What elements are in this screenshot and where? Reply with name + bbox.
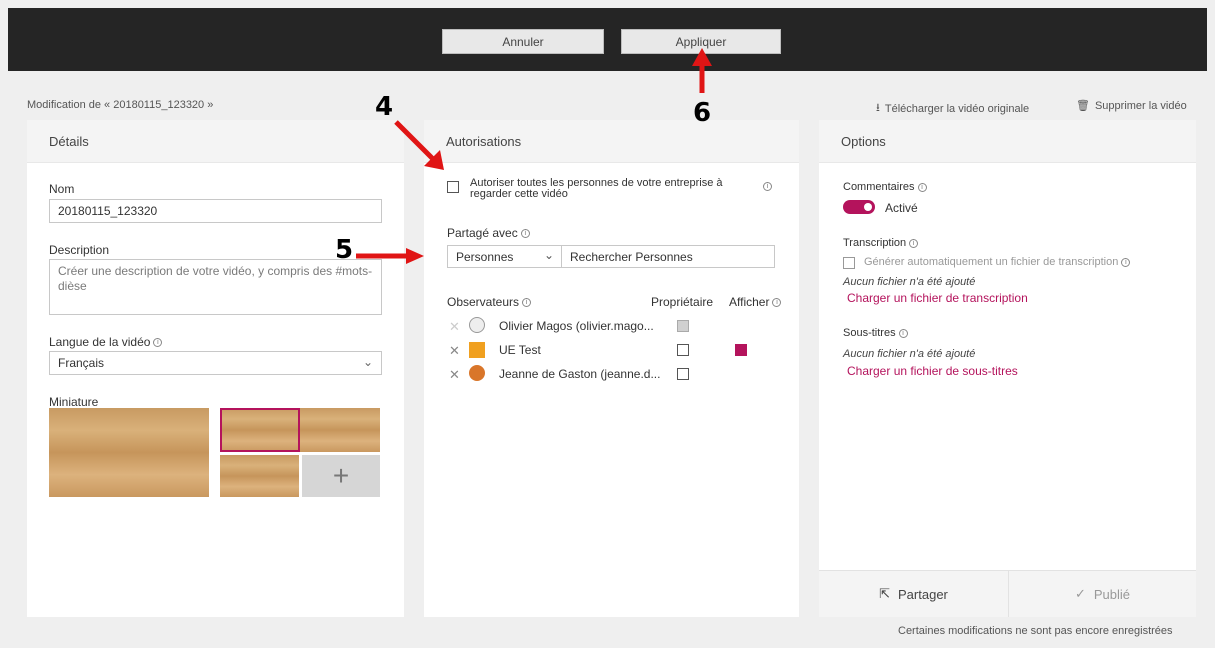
- info-icon: i: [153, 338, 163, 348]
- thumbnail-option-2[interactable]: [220, 455, 299, 497]
- description-label: Description: [49, 243, 110, 257]
- owner-checkbox[interactable]: [677, 368, 689, 380]
- info-icon: i: [909, 238, 919, 248]
- details-panel: Détails Nom 20180115_123320 Description …: [27, 120, 404, 617]
- details-title: Détails: [27, 120, 404, 163]
- delete-video-link[interactable]: 🗑 Supprimer la vidéo: [1076, 99, 1187, 113]
- language-select[interactable]: Français ⌄: [49, 351, 382, 375]
- display-checkbox[interactable]: [735, 344, 747, 356]
- info-icon: i: [917, 182, 927, 192]
- published-button[interactable]: ✓ Publié: [1008, 570, 1196, 617]
- language-label: Langue de la vidéo i: [49, 335, 163, 349]
- permissions-panel: Autorisations Autoriser toutes les perso…: [424, 120, 799, 617]
- annotation-arrow-5: [356, 248, 424, 264]
- thumbnail-label: Miniature: [49, 395, 99, 409]
- avatar: [469, 342, 485, 358]
- info-icon: i: [763, 182, 772, 191]
- transcription-label: Transcription i: [843, 237, 919, 249]
- info-icon: i: [522, 298, 532, 308]
- comments-state: Activé: [885, 201, 918, 215]
- remove-icon[interactable]: ✕: [449, 343, 460, 359]
- transcription-auto-label: Générer automatiquement un fichier de tr…: [864, 256, 1131, 268]
- avatar: [469, 365, 485, 381]
- viewer-name: Olivier Magos (olivier.mago...: [499, 319, 654, 333]
- top-toolbar: Annuler Appliquer: [8, 8, 1207, 71]
- options-title: Options: [819, 120, 1196, 163]
- annotation-number-6: 6: [693, 98, 712, 128]
- shared-type-select[interactable]: Personnes ⌄: [447, 245, 562, 268]
- status-message: Certaines modifications ne sont pas enco…: [898, 625, 1173, 637]
- shared-with-label: Partagé avec i: [447, 226, 530, 240]
- display-header: Afficher i: [729, 295, 782, 309]
- description-textarea[interactable]: Créer une description de votre vidéo, y …: [49, 259, 382, 315]
- download-video-link[interactable]: ⭳ Télécharger la vidéo originale: [876, 99, 1029, 118]
- description-placeholder: Créer une description de votre vidéo, y …: [58, 264, 373, 293]
- trash-icon: 🗑: [1076, 100, 1090, 112]
- transcription-none-text: Aucun fichier n'a été ajouté: [843, 276, 976, 288]
- annotation-arrow-4: [394, 120, 444, 170]
- cancel-button[interactable]: Annuler: [442, 29, 604, 54]
- checkmark-icon: ✓: [1074, 586, 1086, 601]
- allow-all-checkbox[interactable]: [447, 181, 459, 193]
- remove-icon[interactable]: ✕: [449, 319, 460, 335]
- transcription-auto-checkbox[interactable]: [843, 257, 855, 269]
- info-icon: i: [772, 298, 782, 308]
- subtitles-label: Sous-titres i: [843, 327, 908, 339]
- download-icon: ⭳: [876, 102, 880, 114]
- info-icon: i: [520, 229, 530, 239]
- info-icon: i: [898, 328, 908, 338]
- upload-subtitles-link[interactable]: Charger un fichier de sous-titres: [847, 364, 1018, 378]
- annotation-number-5: 5: [335, 235, 354, 265]
- options-panel: Options Commentaires i Activé Transcripti…: [819, 120, 1196, 617]
- name-input[interactable]: 20180115_123320: [49, 199, 382, 223]
- permissions-title: Autorisations: [424, 120, 799, 163]
- viewer-name: UE Test: [499, 343, 541, 357]
- breadcrumb: Modification de « 20180115_123320 »: [27, 99, 214, 111]
- annotation-number-4: 4: [375, 92, 394, 122]
- owner-header: Propriétaire: [651, 295, 714, 309]
- name-label: Nom: [49, 182, 75, 196]
- viewers-header: Observateurs i: [447, 295, 532, 309]
- info-icon: i: [1121, 257, 1131, 267]
- chevron-down-icon: ⌄: [362, 355, 373, 369]
- avatar: [469, 317, 485, 333]
- thumbnail-main[interactable]: [49, 408, 209, 497]
- thumbnail-selected-frame: [220, 408, 300, 452]
- chevron-down-icon: ⌄: [543, 248, 554, 262]
- viewer-name: Jeanne de Gaston (jeanne.d...: [499, 367, 661, 381]
- subtitles-none-text: Aucun fichier n'a été ajouté: [843, 348, 976, 360]
- comments-label: Commentaires i: [843, 181, 927, 193]
- plus-icon: +: [332, 460, 350, 491]
- allow-all-label: Autoriser toutes les personnes de votre …: [470, 177, 723, 200]
- remove-icon[interactable]: ✕: [449, 367, 460, 383]
- search-people-input[interactable]: Rechercher Personnes: [562, 245, 775, 268]
- upload-transcription-link[interactable]: Charger un fichier de transcription: [847, 291, 1028, 305]
- owner-checkbox[interactable]: [677, 344, 689, 356]
- share-button[interactable]: ⇱ Partager: [819, 570, 1008, 617]
- share-icon: ⇱: [879, 586, 891, 601]
- owner-checkbox[interactable]: [677, 320, 689, 332]
- annotation-arrow-6: [692, 48, 712, 93]
- comments-toggle[interactable]: [843, 200, 875, 214]
- add-thumbnail-button[interactable]: +: [302, 455, 380, 497]
